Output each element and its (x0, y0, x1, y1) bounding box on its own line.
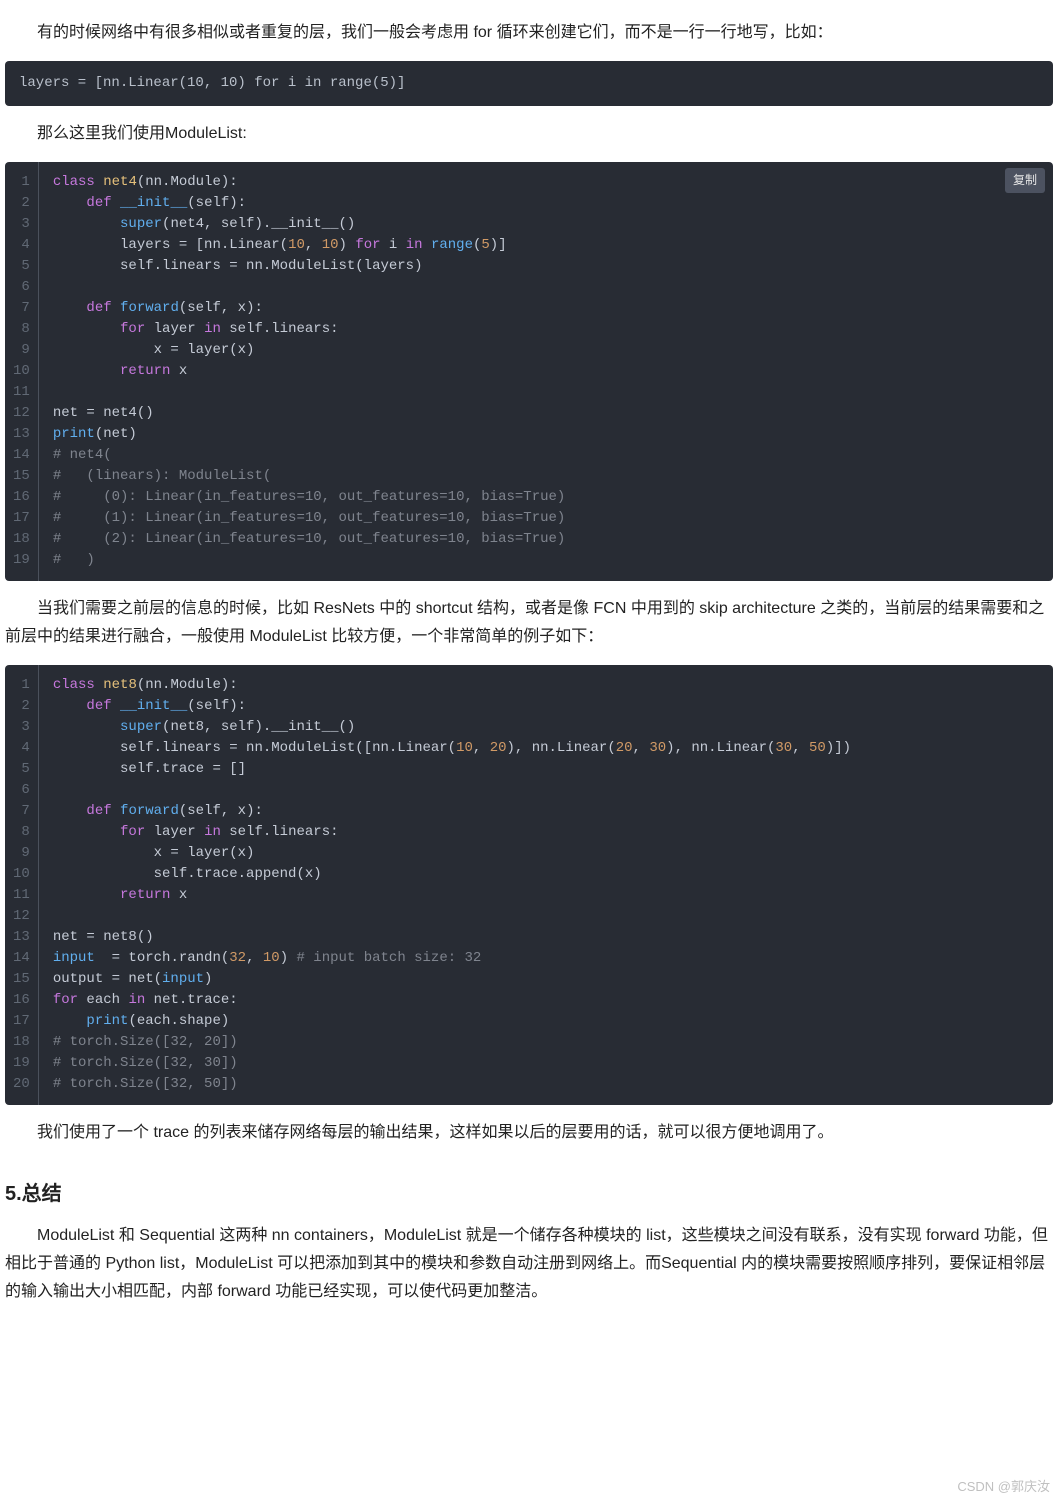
code-block-2: 1234567891011121314151617181920 class ne… (5, 665, 1053, 1105)
line-gutter: 1234567891011121314151617181920 (5, 665, 39, 1105)
inline-code-block: layers = [nn.Linear(10, 10) for i in ran… (5, 61, 1053, 106)
summary-paragraph: ModuleList 和 Sequential 这两种 nn container… (5, 1222, 1053, 1306)
watermark: CSDN @郭庆汝 (957, 1476, 1050, 1499)
intro-paragraph-1: 有的时候网络中有很多相似或者重复的层，我们一般会考虑用 for 循环来创建它们，… (5, 19, 1053, 47)
middle-paragraph: 当我们需要之前层的信息的时候，比如 ResNets 中的 shortcut 结构… (5, 595, 1053, 651)
code-content: class net8(nn.Module): def __init__(self… (39, 665, 1053, 1105)
copy-button[interactable]: 复制 (1005, 168, 1045, 193)
line-gutter: 12345678910111213141516171819 (5, 162, 39, 581)
trace-paragraph: 我们使用了一个 trace 的列表来储存网络每层的输出结果，这样如果以后的层要用… (5, 1119, 1053, 1147)
section-heading: 5.总结 (5, 1177, 1053, 1212)
code-block-1: 复制 12345678910111213141516171819 class n… (5, 162, 1053, 581)
intro-paragraph-2: 那么这里我们使用ModuleList: (5, 120, 1053, 148)
code-content: class net4(nn.Module): def __init__(self… (39, 162, 1053, 581)
